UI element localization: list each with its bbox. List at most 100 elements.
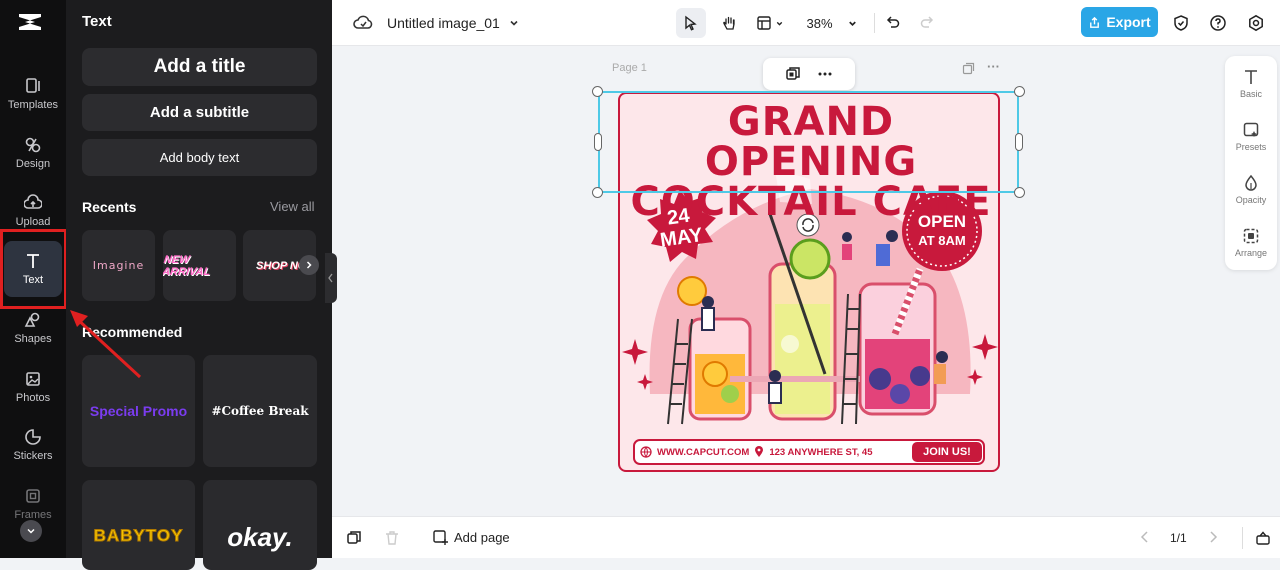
add-body-text-button[interactable]: Add body text [82, 139, 317, 176]
zoom-dropdown[interactable]: 38% [802, 13, 862, 33]
resize-handle[interactable] [592, 86, 603, 97]
undo-button[interactable] [882, 11, 904, 33]
poster-open-badge[interactable]: OPEN AT 8AM [905, 212, 979, 250]
poster-website: WWW.CAPCUT.COM [657, 446, 750, 458]
basic-button[interactable]: Basic [1225, 68, 1277, 99]
rail-more-button[interactable] [20, 520, 42, 542]
hand-tool-button[interactable] [714, 8, 744, 38]
page-overview-icon [1256, 531, 1270, 545]
undo-icon [886, 16, 900, 28]
view-all-link[interactable]: View all [270, 199, 315, 214]
resize-handle[interactable] [594, 133, 602, 151]
presets-icon [1243, 122, 1259, 137]
group-icon[interactable] [785, 66, 801, 82]
rail-item-templates[interactable]: Templates [4, 68, 62, 120]
poster-open-line: OPEN [917, 212, 967, 231]
trash-icon [386, 531, 398, 545]
rail-label: Templates [7, 99, 59, 111]
duplicate-page-button[interactable] [962, 62, 975, 80]
help-button[interactable] [1207, 12, 1229, 34]
more-icon[interactable] [817, 66, 833, 82]
add-page-icon [433, 530, 448, 545]
resize-handle[interactable] [1015, 133, 1023, 151]
recommended-text-preview: #Coffee Break [211, 404, 309, 418]
page-overview-button[interactable] [1255, 530, 1271, 551]
arrange-icon [1243, 228, 1259, 244]
rail-item-photos[interactable]: Photos [4, 361, 62, 413]
text-highlight-box [0, 229, 67, 309]
recent-text-preview: Imagine [92, 259, 145, 272]
rail-label: Stickers [13, 450, 53, 462]
resize-handle[interactable] [1014, 86, 1025, 97]
text-panel: Text Add a title Add a subtitle Add body… [66, 0, 332, 570]
resize-handle[interactable] [592, 187, 603, 198]
layout-dropdown-button[interactable] [752, 8, 788, 38]
page-label: Page 1 [612, 62, 647, 74]
opacity-icon [1245, 174, 1257, 191]
recents-heading: Recents [82, 199, 137, 215]
panel-collapse-handle[interactable] [325, 253, 337, 303]
templates-icon [26, 78, 40, 93]
select-tool-button[interactable] [676, 8, 706, 38]
layout-icon [757, 16, 771, 30]
properties-label: Presets [1235, 142, 1267, 152]
previous-page-button[interactable] [1138, 530, 1152, 549]
selection-box[interactable] [598, 91, 1019, 193]
layers-button[interactable] [346, 530, 362, 551]
rail-label: Upload [15, 216, 51, 228]
capcut-logo-icon[interactable] [16, 10, 44, 34]
properties-label: Arrange [1234, 248, 1268, 258]
rail-item-design[interactable]: Design [4, 127, 62, 179]
recommended-text-style[interactable]: #Coffee Break [203, 355, 317, 467]
export-label: Export [1106, 14, 1151, 30]
recent-text-style[interactable]: NEW ARRIVAL [163, 230, 236, 301]
poster-join-button[interactable]: JOIN US! [912, 444, 982, 460]
rail-item-shapes[interactable]: Shapes [4, 302, 62, 354]
add-subtitle-button[interactable]: Add a subtitle [82, 94, 317, 131]
upload-icon [24, 194, 42, 209]
rail-item-stickers[interactable]: Stickers [4, 419, 62, 471]
redo-button[interactable] [916, 11, 938, 33]
layers-icon [347, 531, 361, 544]
recommended-text-style[interactable]: BABYTOY [82, 480, 195, 570]
opacity-button[interactable]: Opacity [1225, 174, 1277, 205]
chevron-down-icon [848, 21, 856, 26]
frames-icon [26, 489, 40, 503]
chevron-left-icon [1140, 531, 1148, 543]
export-button[interactable]: Export [1081, 7, 1158, 37]
recent-text-preview: NEW ARRIVAL [163, 253, 212, 278]
panel-title: Text [82, 13, 112, 30]
top-toolbar: Untitled image_01 38% Export [332, 0, 1280, 46]
cloud-save-button[interactable] [352, 12, 374, 34]
resize-handle[interactable] [1014, 187, 1025, 198]
chevron-down-icon [776, 21, 783, 26]
annotation-arrow-icon [70, 310, 142, 379]
stickers-icon [25, 429, 41, 445]
add-title-button[interactable]: Add a title [82, 48, 317, 86]
page-counter: 1/1 [1170, 531, 1187, 545]
help-icon [1210, 15, 1226, 31]
toolbar-divider [874, 13, 875, 33]
poster-footer[interactable]: WWW.CAPCUT.COM 123 ANYWHERE ST, 45 [640, 444, 873, 460]
settings-button[interactable] [1245, 12, 1267, 34]
cloud-icon [353, 15, 373, 29]
page-more-button[interactable]: ··· [987, 59, 1000, 74]
rail-label: Design [15, 158, 51, 170]
arrange-button[interactable]: Arrange [1225, 227, 1277, 258]
properties-panel: Basic Presets Opacity Arrange [1225, 56, 1277, 270]
recents-next-button[interactable] [299, 255, 319, 275]
presets-button[interactable]: Presets [1225, 121, 1277, 152]
document-title-dropdown[interactable]: Untitled image_01 [387, 13, 520, 33]
recommended-text-style[interactable]: okay. [203, 480, 317, 570]
recent-text-style[interactable]: Imagine [82, 230, 155, 301]
recommended-text-preview: Special Promo [89, 403, 188, 419]
document-title: Untitled image_01 [387, 15, 500, 31]
delete-button[interactable] [384, 530, 400, 551]
poster-open-time: AT 8AM [918, 233, 966, 248]
chevron-right-icon [306, 261, 312, 269]
properties-label: Basic [1239, 89, 1262, 99]
security-button[interactable] [1170, 12, 1192, 34]
add-page-button[interactable]: Add page [432, 529, 510, 545]
next-page-button[interactable] [1206, 530, 1220, 549]
recommended-text-preview: okay. [227, 521, 293, 552]
